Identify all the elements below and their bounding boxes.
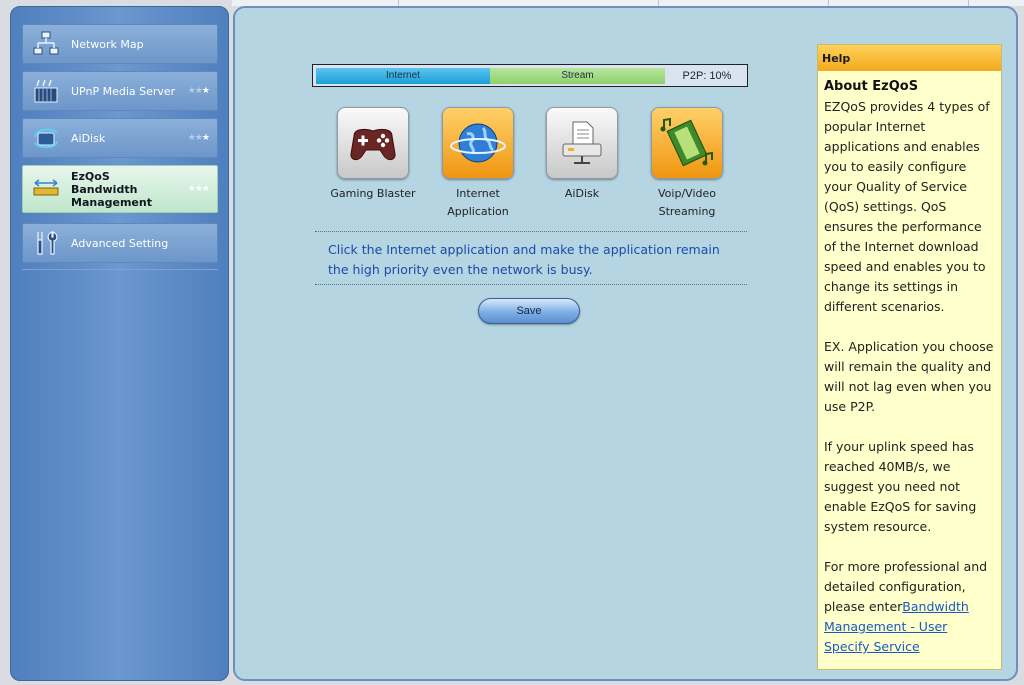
wrench-icon: [37, 231, 58, 255]
help-panel: Help About EzQoS EZQoS provides 4 types …: [817, 44, 1002, 670]
app-tile[interactable]: [546, 107, 618, 179]
ezqos-icon: [33, 179, 59, 196]
app-gaming-blaster[interactable]: Gaming Blaster: [323, 107, 423, 203]
app-label: AiDisk: [564, 187, 600, 200]
bandwidth-p2p-label: P2P: 10%: [682, 70, 732, 82]
app-voip-video-streaming[interactable]: Voip/Video Streaming: [637, 107, 737, 221]
divider: [315, 231, 747, 232]
save-button[interactable]: Save: [478, 298, 580, 324]
sidebar-item-aidisk[interactable]: AiDisk ★★★: [22, 118, 218, 158]
network-map-icon: [33, 31, 59, 55]
instruction-text: Click the Internet application and make …: [328, 242, 720, 277]
aidisk-icon: [34, 128, 58, 149]
star-rating-icon: ★★★: [187, 184, 210, 194]
gamepad-icon: [350, 128, 396, 161]
app-tile[interactable]: [442, 107, 514, 179]
help-paragraph: EZQoS provides 4 types of popular Intern…: [824, 99, 990, 314]
sidebar-item-label: Advanced Setting: [71, 236, 169, 250]
film-music-icon: [660, 117, 713, 167]
app-label: Gaming Blaster: [330, 187, 416, 200]
help-paragraph: For more professional and detailed confi…: [824, 557, 995, 657]
star-rating-icon: ★★★: [187, 86, 210, 96]
sidebar-item-label: Network Map: [71, 37, 144, 51]
app-tile[interactable]: [651, 107, 723, 179]
app-aidisk[interactable]: AiDisk: [532, 107, 632, 203]
help-header: Help: [818, 45, 1001, 71]
help-title: About EzQoS: [824, 79, 919, 94]
sidebar-item-upnp-media-server[interactable]: UPnP Media Server ★★★: [22, 71, 218, 111]
globe-icon: [450, 123, 506, 163]
sidebar-item-advanced-setting[interactable]: Advanced Setting: [22, 223, 218, 263]
help-paragraph: EX. Application you choose will remain t…: [824, 339, 994, 414]
bandwidth-internet-segment: Internet: [316, 68, 490, 84]
star-rating-icon: ★★★: [187, 133, 210, 143]
main-panel: Internet Stream P2P: 10% Gaming Blaster: [233, 6, 1018, 681]
sidebar: Network Map UPnP Media Server ★★★ AiDisk…: [10, 6, 229, 681]
media-server-icon: [34, 79, 58, 103]
sidebar-item-label: EzQoS Bandwidth Management: [71, 169, 152, 209]
app-tile[interactable]: [337, 107, 409, 179]
bandwidth-bar: Internet Stream P2P: 10%: [312, 64, 748, 87]
sidebar-item-ezqos[interactable]: EzQoS Bandwidth Management ★★★: [22, 165, 218, 213]
app-label: Internet Application: [447, 187, 509, 218]
app-internet-application[interactable]: Internet Application: [428, 107, 528, 221]
sidebar-item-label: UPnP Media Server: [71, 84, 176, 98]
divider: [315, 284, 747, 285]
sidebar-item-network-map[interactable]: Network Map: [22, 24, 218, 64]
app-label: Voip/Video Streaming: [658, 187, 716, 218]
printer-icon: [562, 121, 602, 164]
sidebar-divider: [22, 269, 218, 270]
bandwidth-stream-segment: Stream: [490, 68, 665, 84]
sidebar-item-label: AiDisk: [71, 131, 106, 145]
help-paragraph: If your uplink speed has reached 40MB/s,…: [824, 439, 977, 534]
